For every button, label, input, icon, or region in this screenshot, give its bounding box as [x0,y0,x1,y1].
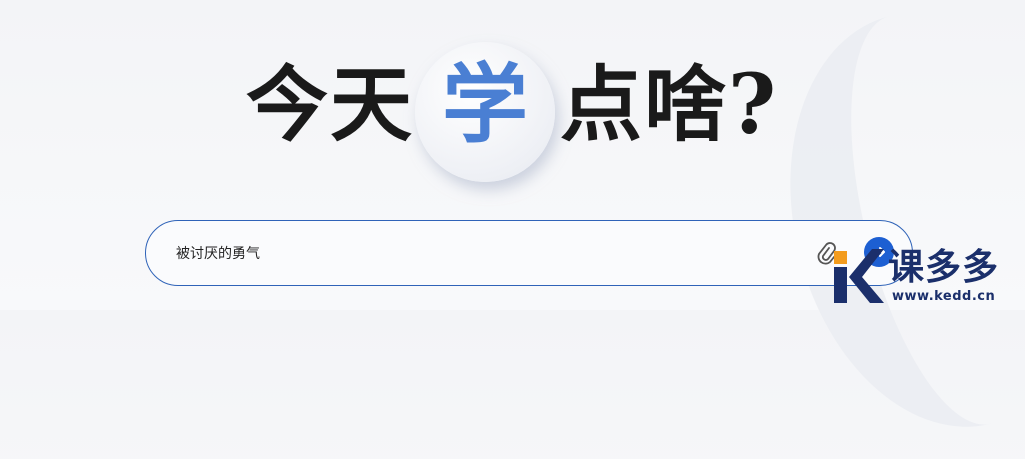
search-input[interactable] [176,241,776,265]
hero-text-right: 点啥? [560,57,779,153]
hero-text-left: 今天 [246,57,415,153]
hero-heading: 今天 学 点啥? [0,0,1025,200]
hero-highlight-text: 学 [442,54,528,155]
watermark-logo: 课多多 www.kedd.cn [832,245,1025,310]
hero-highlight-circle: 学 [415,42,555,182]
kedd-logo-icon [834,249,884,303]
search-bar[interactable] [145,220,913,286]
watermark-name: 课多多 [888,247,1000,288]
watermark-url: www.kedd.cn [892,289,996,304]
